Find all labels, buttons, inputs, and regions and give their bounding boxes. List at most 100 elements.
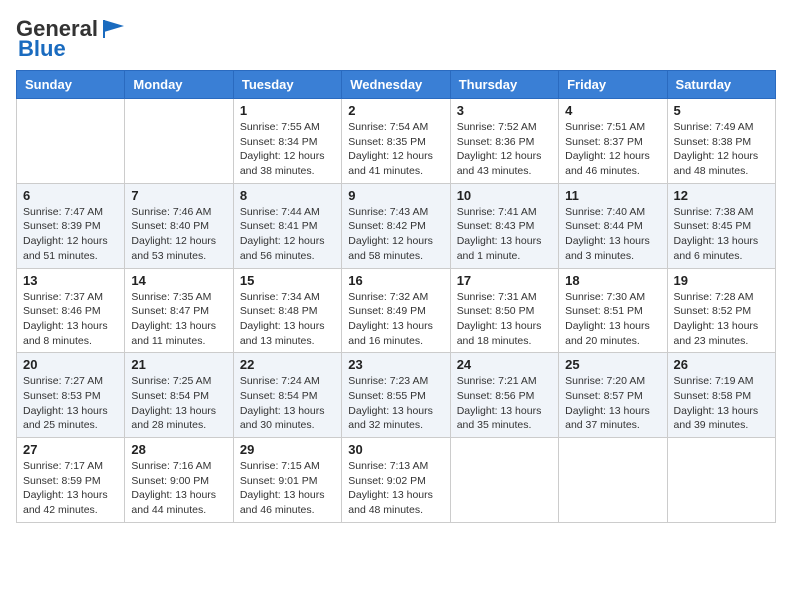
day-number: 28 xyxy=(131,442,226,457)
day-info: Sunrise: 7:41 AM Sunset: 8:43 PM Dayligh… xyxy=(457,205,552,264)
day-info: Sunrise: 7:43 AM Sunset: 8:42 PM Dayligh… xyxy=(348,205,443,264)
day-cell: 9 Sunrise: 7:43 AM Sunset: 8:42 PM Daylig… xyxy=(342,183,450,268)
day-cell: 1Sunrise: 7:55 AM Sunset: 8:34 PM Daylig… xyxy=(233,99,341,184)
day-number: 19 xyxy=(674,273,769,288)
day-cell: 6 Sunrise: 7:47 AM Sunset: 8:39 PM Daylig… xyxy=(17,183,125,268)
day-cell: 26 Sunrise: 7:19 AM Sunset: 8:58 PM Dayli… xyxy=(667,353,775,438)
day-number: 16 xyxy=(348,273,443,288)
day-cell: 11 Sunrise: 7:40 AM Sunset: 8:44 PM Dayli… xyxy=(559,183,667,268)
weekday-header-thursday: Thursday xyxy=(450,71,558,99)
week-row-1: 1Sunrise: 7:55 AM Sunset: 8:34 PM Daylig… xyxy=(17,99,776,184)
day-number: 18 xyxy=(565,273,660,288)
day-cell: 2Sunrise: 7:54 AM Sunset: 8:35 PM Daylig… xyxy=(342,99,450,184)
day-number: 6 xyxy=(23,188,118,203)
week-row-4: 20 Sunrise: 7:27 AM Sunset: 8:53 PM Dayli… xyxy=(17,353,776,438)
day-info: Sunrise: 7:19 AM Sunset: 8:58 PM Dayligh… xyxy=(674,374,769,433)
day-number: 29 xyxy=(240,442,335,457)
weekday-header-row: SundayMondayTuesdayWednesdayThursdayFrid… xyxy=(17,71,776,99)
day-cell: 27 Sunrise: 7:17 AM Sunset: 8:59 PM Dayli… xyxy=(17,438,125,523)
day-number: 11 xyxy=(565,188,660,203)
day-cell: 10 Sunrise: 7:41 AM Sunset: 8:43 PM Dayli… xyxy=(450,183,558,268)
day-number: 10 xyxy=(457,188,552,203)
day-info: Sunrise: 7:25 AM Sunset: 8:54 PM Dayligh… xyxy=(131,374,226,433)
day-number: 9 xyxy=(348,188,443,203)
day-cell: 12 Sunrise: 7:38 AM Sunset: 8:45 PM Dayli… xyxy=(667,183,775,268)
day-info: Sunrise: 7:21 AM Sunset: 8:56 PM Dayligh… xyxy=(457,374,552,433)
day-cell: 25Sunrise: 7:20 AM Sunset: 8:57 PM Dayli… xyxy=(559,353,667,438)
day-info: Sunrise: 7:38 AM Sunset: 8:45 PM Dayligh… xyxy=(674,205,769,264)
day-cell: 17 Sunrise: 7:31 AM Sunset: 8:50 PM Dayli… xyxy=(450,268,558,353)
day-info: Sunrise: 7:13 AM Sunset: 9:02 PM Dayligh… xyxy=(348,459,443,518)
day-info: Sunrise: 7:16 AM Sunset: 9:00 PM Dayligh… xyxy=(131,459,226,518)
day-cell xyxy=(17,99,125,184)
day-number: 20 xyxy=(23,357,118,372)
logo: General Blue xyxy=(16,16,128,62)
day-info: Sunrise: 7:24 AM Sunset: 8:54 PM Dayligh… xyxy=(240,374,335,433)
week-row-5: 27 Sunrise: 7:17 AM Sunset: 8:59 PM Dayli… xyxy=(17,438,776,523)
day-info: Sunrise: 7:30 AM Sunset: 8:51 PM Dayligh… xyxy=(565,290,660,349)
day-cell xyxy=(125,99,233,184)
day-cell: 16 Sunrise: 7:32 AM Sunset: 8:49 PM Dayli… xyxy=(342,268,450,353)
day-info: Sunrise: 7:27 AM Sunset: 8:53 PM Dayligh… xyxy=(23,374,118,433)
day-info: Sunrise: 7:37 AM Sunset: 8:46 PM Dayligh… xyxy=(23,290,118,349)
day-info: Sunrise: 7:20 AM Sunset: 8:57 PM Dayligh… xyxy=(565,374,660,433)
day-info: Sunrise: 7:28 AM Sunset: 8:52 PM Dayligh… xyxy=(674,290,769,349)
day-number: 30 xyxy=(348,442,443,457)
day-info: Sunrise: 7:32 AM Sunset: 8:49 PM Dayligh… xyxy=(348,290,443,349)
day-cell: 13 Sunrise: 7:37 AM Sunset: 8:46 PM Dayli… xyxy=(17,268,125,353)
weekday-header-saturday: Saturday xyxy=(667,71,775,99)
day-info: Sunrise: 7:40 AM Sunset: 8:44 PM Dayligh… xyxy=(565,205,660,264)
day-number: 1 xyxy=(240,103,335,118)
day-cell xyxy=(667,438,775,523)
day-info: Sunrise: 7:52 AM Sunset: 8:36 PM Dayligh… xyxy=(457,120,552,179)
day-cell: 14Sunrise: 7:35 AM Sunset: 8:47 PM Dayli… xyxy=(125,268,233,353)
day-number: 26 xyxy=(674,357,769,372)
day-info: Sunrise: 7:31 AM Sunset: 8:50 PM Dayligh… xyxy=(457,290,552,349)
day-info: Sunrise: 7:17 AM Sunset: 8:59 PM Dayligh… xyxy=(23,459,118,518)
day-number: 27 xyxy=(23,442,118,457)
day-cell: 23 Sunrise: 7:23 AM Sunset: 8:55 PM Dayli… xyxy=(342,353,450,438)
logo-blue: Blue xyxy=(18,36,66,62)
day-number: 4 xyxy=(565,103,660,118)
week-row-3: 13 Sunrise: 7:37 AM Sunset: 8:46 PM Dayli… xyxy=(17,268,776,353)
day-info: Sunrise: 7:35 AM Sunset: 8:47 PM Dayligh… xyxy=(131,290,226,349)
day-info: Sunrise: 7:54 AM Sunset: 8:35 PM Dayligh… xyxy=(348,120,443,179)
day-number: 3 xyxy=(457,103,552,118)
day-info: Sunrise: 7:34 AM Sunset: 8:48 PM Dayligh… xyxy=(240,290,335,349)
page-header: General Blue xyxy=(16,16,776,62)
day-info: Sunrise: 7:23 AM Sunset: 8:55 PM Dayligh… xyxy=(348,374,443,433)
day-number: 23 xyxy=(348,357,443,372)
day-number: 13 xyxy=(23,273,118,288)
day-number: 21 xyxy=(131,357,226,372)
day-number: 17 xyxy=(457,273,552,288)
day-cell: 7 Sunrise: 7:46 AM Sunset: 8:40 PM Daylig… xyxy=(125,183,233,268)
week-row-2: 6 Sunrise: 7:47 AM Sunset: 8:39 PM Daylig… xyxy=(17,183,776,268)
weekday-header-tuesday: Tuesday xyxy=(233,71,341,99)
day-number: 5 xyxy=(674,103,769,118)
day-cell: 15 Sunrise: 7:34 AM Sunset: 8:48 PM Dayli… xyxy=(233,268,341,353)
day-number: 15 xyxy=(240,273,335,288)
day-cell: 21 Sunrise: 7:25 AM Sunset: 8:54 PM Dayli… xyxy=(125,353,233,438)
day-cell: 29 Sunrise: 7:15 AM Sunset: 9:01 PM Dayli… xyxy=(233,438,341,523)
day-info: Sunrise: 7:49 AM Sunset: 8:38 PM Dayligh… xyxy=(674,120,769,179)
day-cell: 8Sunrise: 7:44 AM Sunset: 8:41 PM Daylig… xyxy=(233,183,341,268)
day-number: 12 xyxy=(674,188,769,203)
day-cell: 28 Sunrise: 7:16 AM Sunset: 9:00 PM Dayli… xyxy=(125,438,233,523)
day-cell: 24 Sunrise: 7:21 AM Sunset: 8:56 PM Dayli… xyxy=(450,353,558,438)
day-cell: 5 Sunrise: 7:49 AM Sunset: 8:38 PM Daylig… xyxy=(667,99,775,184)
day-info: Sunrise: 7:47 AM Sunset: 8:39 PM Dayligh… xyxy=(23,205,118,264)
weekday-header-monday: Monday xyxy=(125,71,233,99)
day-number: 24 xyxy=(457,357,552,372)
day-cell: 30 Sunrise: 7:13 AM Sunset: 9:02 PM Dayli… xyxy=(342,438,450,523)
day-cell: 19 Sunrise: 7:28 AM Sunset: 8:52 PM Dayli… xyxy=(667,268,775,353)
day-info: Sunrise: 7:46 AM Sunset: 8:40 PM Dayligh… xyxy=(131,205,226,264)
day-info: Sunrise: 7:44 AM Sunset: 8:41 PM Dayligh… xyxy=(240,205,335,264)
day-cell: 22 Sunrise: 7:24 AM Sunset: 8:54 PM Dayli… xyxy=(233,353,341,438)
day-cell xyxy=(559,438,667,523)
day-info: Sunrise: 7:15 AM Sunset: 9:01 PM Dayligh… xyxy=(240,459,335,518)
weekday-header-sunday: Sunday xyxy=(17,71,125,99)
day-cell: 18 Sunrise: 7:30 AM Sunset: 8:51 PM Dayli… xyxy=(559,268,667,353)
day-number: 22 xyxy=(240,357,335,372)
day-number: 7 xyxy=(131,188,226,203)
day-cell xyxy=(450,438,558,523)
